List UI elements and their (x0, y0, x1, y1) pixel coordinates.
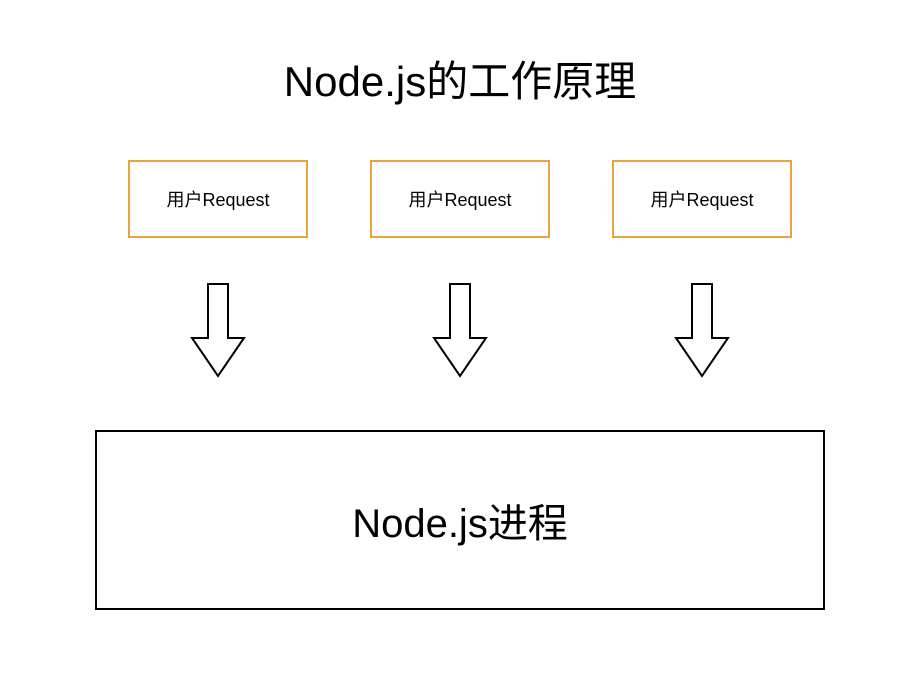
user-request-box: 用户Request (370, 160, 550, 238)
arrow-row (0, 282, 920, 378)
user-request-box: 用户Request (612, 160, 792, 238)
nodejs-process-box: Node.js进程 (95, 430, 825, 610)
request-row: 用户Request 用户Request 用户Request (0, 160, 920, 238)
request-label: 用户Request (166, 186, 269, 212)
request-label: 用户Request (408, 186, 511, 212)
down-arrow-icon (432, 282, 488, 378)
diagram-title: Node.js的工作原理 (0, 0, 920, 109)
user-request-box: 用户Request (128, 160, 308, 238)
down-arrow-icon (190, 282, 246, 378)
down-arrow-icon (674, 282, 730, 378)
process-label: Node.js进程 (352, 491, 568, 549)
request-label: 用户Request (650, 186, 753, 212)
